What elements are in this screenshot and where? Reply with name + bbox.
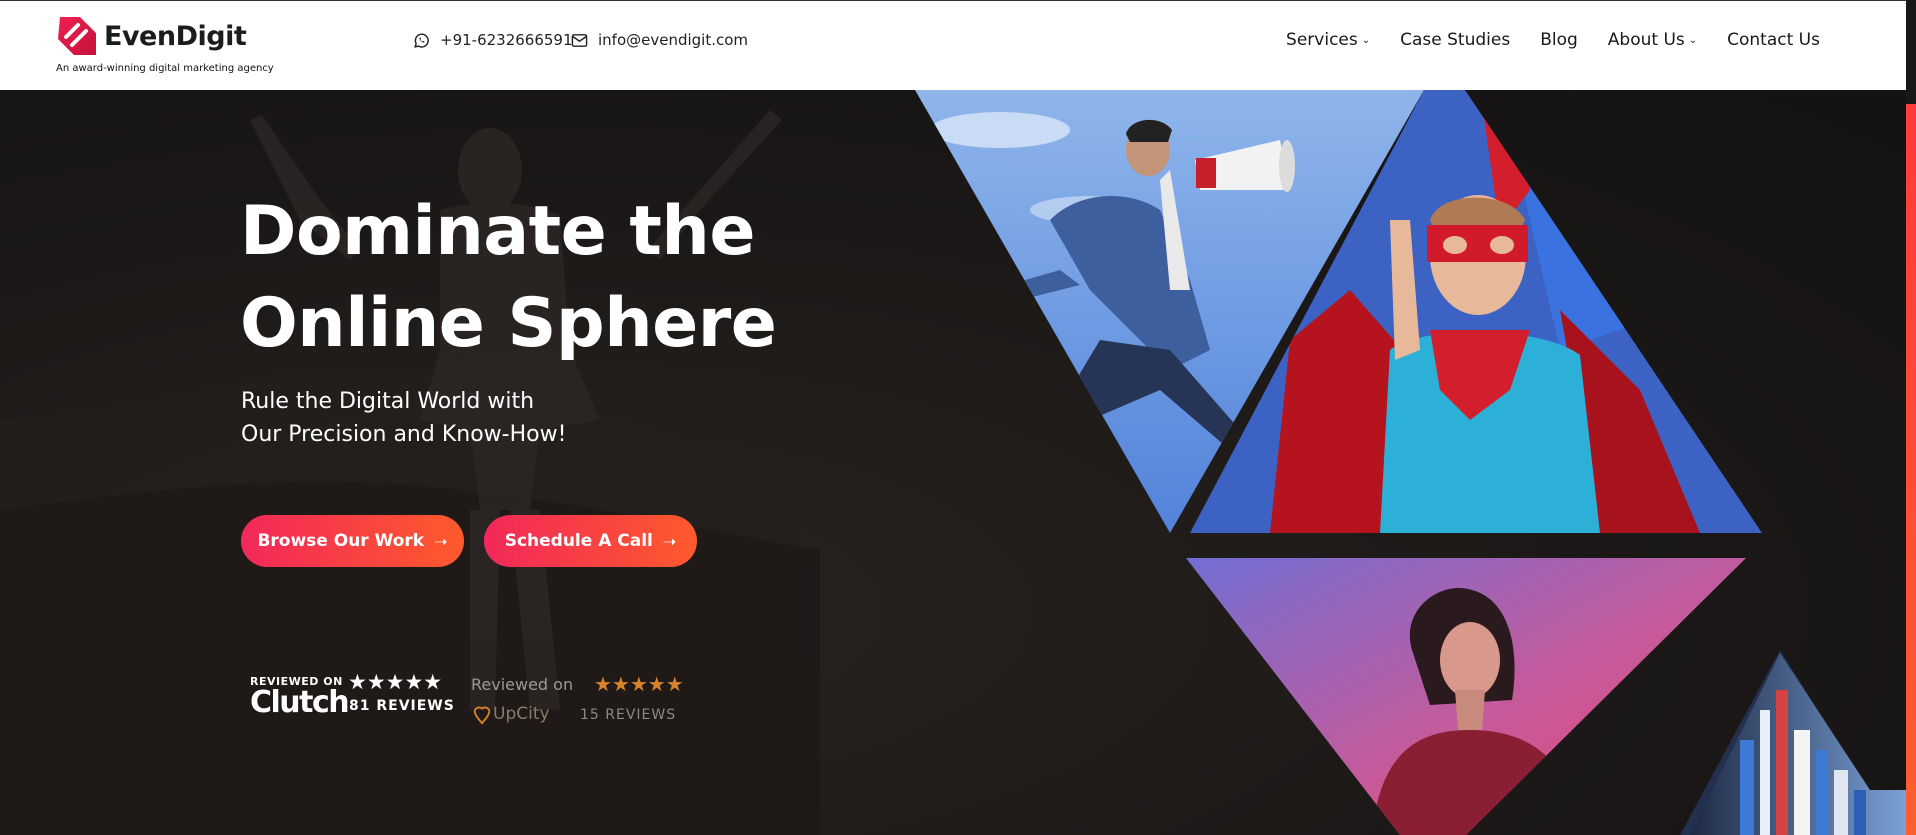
upcity-review-count: 15 REVIEWS xyxy=(580,707,677,723)
upcity-logo: UpCity xyxy=(471,703,550,725)
nav-item-contact-us[interactable]: Contact Us xyxy=(1727,30,1820,50)
hero-section: Dominate the Online Sphere Rule the Digi… xyxy=(0,90,1906,835)
bookshelf-image xyxy=(1680,650,1906,835)
hero-subheading-line2: Our Precision and Know-How! xyxy=(241,422,567,447)
upcity-star-rating: ★★★★★ xyxy=(594,672,684,696)
email-link[interactable]: info@evendigit.com xyxy=(571,31,748,49)
brand-tagline: An award-winning digital marketing agenc… xyxy=(56,63,274,74)
browse-our-work-button[interactable]: Browse Our Work ➝ xyxy=(241,515,464,567)
nav-item-label: Services xyxy=(1286,30,1358,50)
clutch-star-rating: ★★★★★ xyxy=(348,670,443,694)
browse-button-label: Browse Our Work xyxy=(257,531,425,551)
arrow-right-icon: ➝ xyxy=(434,531,448,551)
nav-item-label: Contact Us xyxy=(1727,30,1820,50)
mail-icon xyxy=(571,33,588,47)
nav-item-label: About Us xyxy=(1607,30,1685,50)
nav-item-blog[interactable]: Blog xyxy=(1540,30,1578,50)
hero-headline: Dominate the Online Sphere xyxy=(240,186,777,370)
upcity-brand-text: UpCity xyxy=(493,704,550,724)
upcity-pin-icon xyxy=(473,706,491,725)
logo-mark-icon xyxy=(58,17,96,55)
phone-link[interactable]: +91-6232666591 xyxy=(413,31,573,49)
nav-item-case-studies[interactable]: Case Studies xyxy=(1400,30,1510,50)
upcity-review-label: Reviewed on xyxy=(471,675,574,694)
clutch-review-count: 81 REVIEWS xyxy=(349,698,455,714)
chevron-down-icon: ⌄ xyxy=(1688,34,1698,46)
hero-headline-line1: Dominate the xyxy=(240,192,755,271)
woman-image xyxy=(1186,558,1746,835)
hero-subheading-line1: Rule the Digital World with xyxy=(241,389,535,414)
nav-item-about-us[interactable]: About Us ⌄ xyxy=(1608,30,1697,50)
schedule-a-call-button[interactable]: Schedule A Call ➝ xyxy=(484,515,697,567)
hero-headline-line2: Online Sphere xyxy=(240,284,777,363)
hero-subheading: Rule the Digital World with Our Precisio… xyxy=(241,385,566,451)
clutch-logo: Clutch xyxy=(250,685,350,720)
nav-item-label: Case Studies xyxy=(1400,30,1511,50)
brand-name: EvenDigit xyxy=(104,21,247,52)
nav-item-services[interactable]: Services ⌄ xyxy=(1286,30,1370,50)
nav-item-label: Blog xyxy=(1540,30,1578,50)
whatsapp-icon xyxy=(414,33,429,48)
scroll-accent-bar xyxy=(1906,104,1916,835)
site-header: EvenDigit An award-winning digital marke… xyxy=(0,0,1906,90)
email-address: info@evendigit.com xyxy=(598,31,749,49)
phone-number: +91-6232666591 xyxy=(440,31,573,49)
schedule-button-label: Schedule A Call xyxy=(504,531,653,551)
main-nav: Services ⌄ Case Studies Blog About Us ⌄ … xyxy=(1286,30,1820,50)
chevron-down-icon: ⌄ xyxy=(1361,34,1371,46)
arrow-right-icon: ➝ xyxy=(662,531,677,551)
